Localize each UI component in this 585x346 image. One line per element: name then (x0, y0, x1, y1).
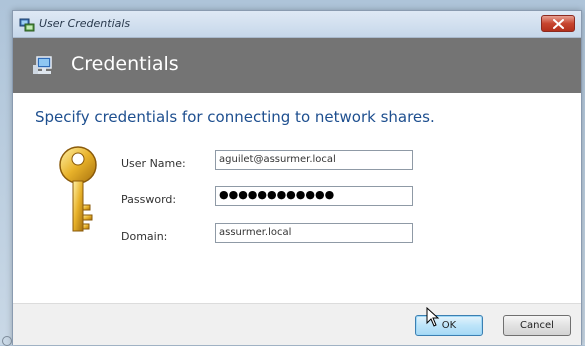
title-bar[interactable]: User Credentials (13, 11, 581, 38)
username-field[interactable]: aguilet@assurmer.local (215, 150, 413, 170)
instruction-text: Specify credentials for connecting to ne… (35, 108, 435, 126)
mouse-pointer-icon (426, 306, 440, 327)
window-title: User Credentials (39, 17, 131, 30)
user-credentials-dialog: User Credentials Credentials Specify cre… (12, 10, 582, 345)
username-label: User Name: (121, 157, 186, 170)
key-icon (55, 145, 101, 235)
content-area: Specify credentials for connecting to ne… (13, 93, 581, 303)
close-icon (553, 19, 564, 29)
button-bar: OK Cancel (13, 303, 581, 345)
network-users-icon (19, 16, 35, 32)
domain-label: Domain: (121, 230, 168, 243)
header-banner: Credentials (13, 38, 581, 93)
password-label: Password: (121, 193, 177, 206)
close-button[interactable] (541, 15, 575, 32)
network-computer-icon (33, 55, 57, 77)
domain-field[interactable]: assurmer.local (215, 223, 413, 243)
header-title: Credentials (71, 53, 179, 75)
password-field[interactable]: ●●●●●●●●●●●● (215, 186, 413, 206)
cancel-button[interactable]: Cancel (503, 315, 571, 336)
